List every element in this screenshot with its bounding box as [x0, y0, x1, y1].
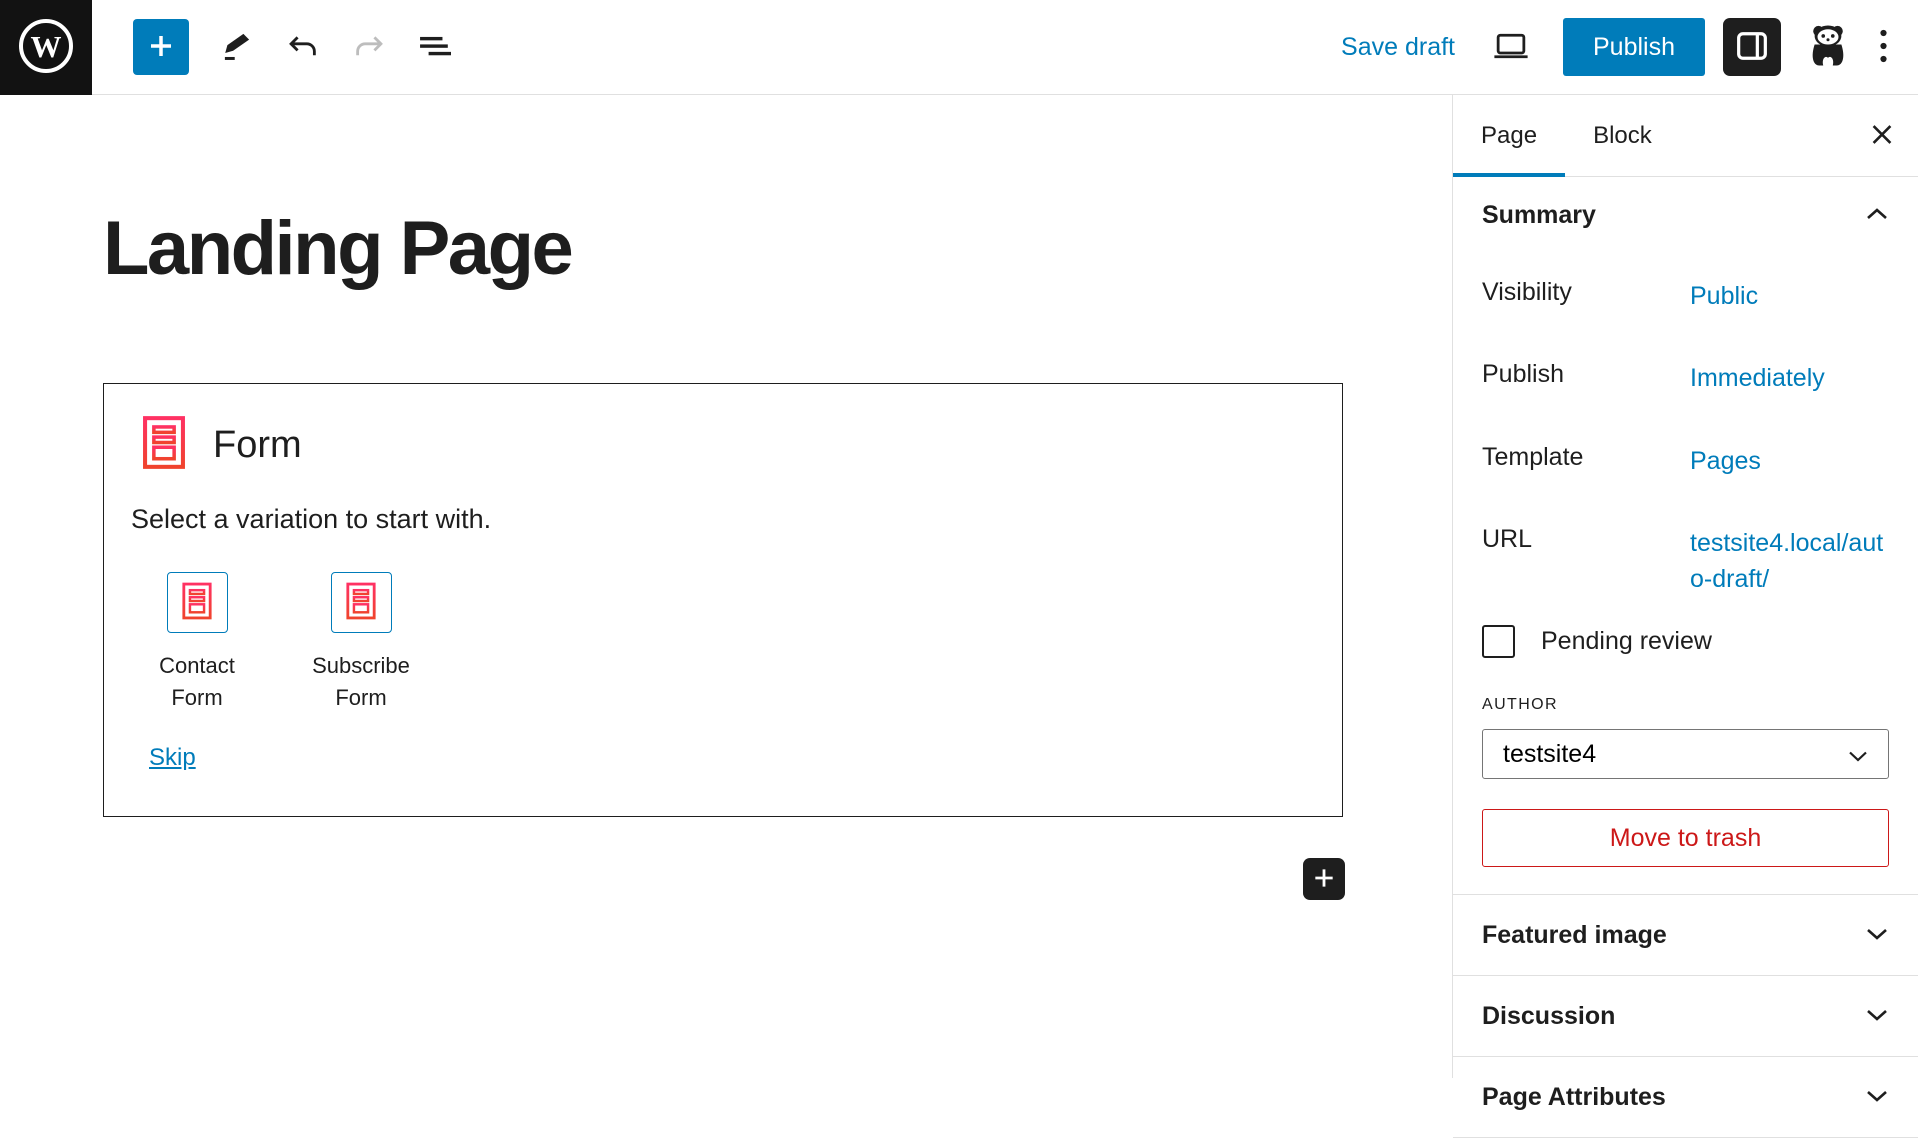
panel-discussion[interactable]: Discussion — [1453, 976, 1918, 1057]
laptop-icon — [1492, 31, 1530, 64]
summary-accordion-toggle[interactable]: Summary — [1482, 201, 1889, 230]
sidebar-tabs: Page Block — [1453, 95, 1918, 177]
summary-row-visibility: Visibility Public — [1482, 276, 1889, 314]
plus-icon — [1311, 865, 1337, 894]
vertical-ellipsis-icon — [1879, 28, 1888, 67]
panel-featured-image[interactable]: Featured image — [1453, 895, 1918, 976]
summary-row-publish: Publish Immediately — [1482, 358, 1889, 396]
redo-button[interactable] — [341, 19, 397, 75]
toolbar-right-group: Save draft Publish — [1335, 18, 1892, 76]
editor-canvas: Landing Page Form Select a variation to … — [0, 95, 1453, 1078]
wordpress-logo-button[interactable]: W — [0, 0, 92, 95]
variation-tile — [331, 572, 392, 633]
chevron-down-icon — [1865, 926, 1889, 944]
template-value-button[interactable]: Pages — [1690, 441, 1889, 479]
panel-label: Featured image — [1482, 921, 1667, 950]
row-label: Publish — [1482, 358, 1690, 396]
page-title[interactable]: Landing Page — [103, 207, 571, 291]
form-block-header: Form — [141, 414, 302, 476]
variation-tile — [167, 572, 228, 633]
close-sidebar-button[interactable] — [1870, 122, 1894, 149]
tab-page[interactable]: Page — [1453, 95, 1565, 176]
summary-section: Summary Visibility Public Publish Immedi… — [1453, 201, 1918, 867]
document-overview-button[interactable] — [407, 19, 463, 75]
account-avatar-button[interactable] — [1807, 23, 1849, 71]
form-variations: Contact Form Subscribe Form — [132, 572, 426, 714]
svg-text:W: W — [31, 29, 62, 64]
url-value-button[interactable]: testsite4.local/auto-draft/ — [1690, 523, 1889, 598]
row-label: URL — [1482, 523, 1690, 598]
save-draft-button[interactable]: Save draft — [1335, 33, 1461, 62]
pending-review-row: Pending review — [1482, 625, 1889, 658]
settings-sidebar: Page Block Summary Visibility Public Pub… — [1453, 95, 1918, 1078]
sidebar-panel-icon — [1736, 31, 1768, 64]
variation-label: Subscribe Form — [296, 650, 426, 714]
summary-rows: Visibility Public Publish Immediately Te… — [1482, 276, 1889, 597]
tab-block[interactable]: Block — [1565, 95, 1680, 176]
publish-button[interactable]: Publish — [1563, 18, 1705, 76]
append-block-button[interactable] — [1303, 858, 1345, 900]
chevron-down-icon — [1848, 740, 1868, 769]
form-icon — [345, 581, 377, 624]
preview-button[interactable] — [1487, 19, 1535, 75]
form-block-title: Form — [213, 424, 302, 467]
move-to-trash-button[interactable]: Move to trash — [1482, 809, 1889, 867]
chevron-up-icon — [1865, 207, 1889, 225]
settings-panel-button[interactable] — [1723, 18, 1781, 76]
pencil-icon — [221, 30, 253, 65]
publish-date-value-button[interactable]: Immediately — [1690, 358, 1889, 396]
toolbar-left-group — [133, 19, 463, 75]
variation-subscribe-form[interactable]: Subscribe Form — [296, 572, 426, 714]
list-view-icon — [419, 32, 451, 63]
skip-link[interactable]: Skip — [149, 744, 196, 772]
form-variation-prompt: Select a variation to start with. — [131, 504, 491, 535]
author-label: AUTHOR — [1482, 696, 1889, 714]
chevron-down-icon — [1865, 1007, 1889, 1025]
chevron-down-icon — [1865, 1088, 1889, 1106]
pending-review-label: Pending review — [1541, 627, 1712, 656]
redo-arrow-icon — [352, 33, 386, 62]
author-select[interactable]: testsite4 — [1482, 729, 1889, 779]
edit-tool-button[interactable] — [209, 19, 265, 75]
variation-label: Contact Form — [132, 650, 262, 714]
panel-page-attributes[interactable]: Page Attributes — [1453, 1057, 1918, 1138]
block-inserter-button[interactable] — [133, 19, 189, 75]
row-label: Template — [1482, 441, 1690, 479]
form-icon — [181, 581, 213, 624]
plus-icon — [146, 31, 176, 64]
summary-row-url: URL testsite4.local/auto-draft/ — [1482, 523, 1889, 598]
close-icon — [1870, 122, 1894, 149]
panel-label: Page Attributes — [1482, 1083, 1666, 1112]
options-menu-button[interactable] — [1875, 28, 1892, 67]
visibility-value-button[interactable]: Public — [1690, 276, 1889, 314]
pending-review-checkbox[interactable] — [1482, 625, 1515, 658]
form-block-placeholder[interactable]: Form Select a variation to start with. C… — [103, 383, 1343, 817]
wordpress-logo-icon: W — [17, 17, 75, 78]
summary-row-template: Template Pages — [1482, 441, 1889, 479]
author-select-value: testsite4 — [1503, 740, 1596, 769]
panel-label: Discussion — [1482, 1002, 1615, 1031]
panda-avatar-icon — [1807, 23, 1849, 71]
form-icon — [141, 414, 187, 476]
summary-title: Summary — [1482, 201, 1596, 230]
sidebar-panels: Featured image Discussion Page Attribute… — [1453, 894, 1918, 1138]
undo-arrow-icon — [286, 33, 320, 62]
undo-button[interactable] — [275, 19, 331, 75]
variation-contact-form[interactable]: Contact Form — [132, 572, 262, 714]
editor-top-bar: W — [0, 0, 1918, 95]
row-label: Visibility — [1482, 276, 1690, 314]
